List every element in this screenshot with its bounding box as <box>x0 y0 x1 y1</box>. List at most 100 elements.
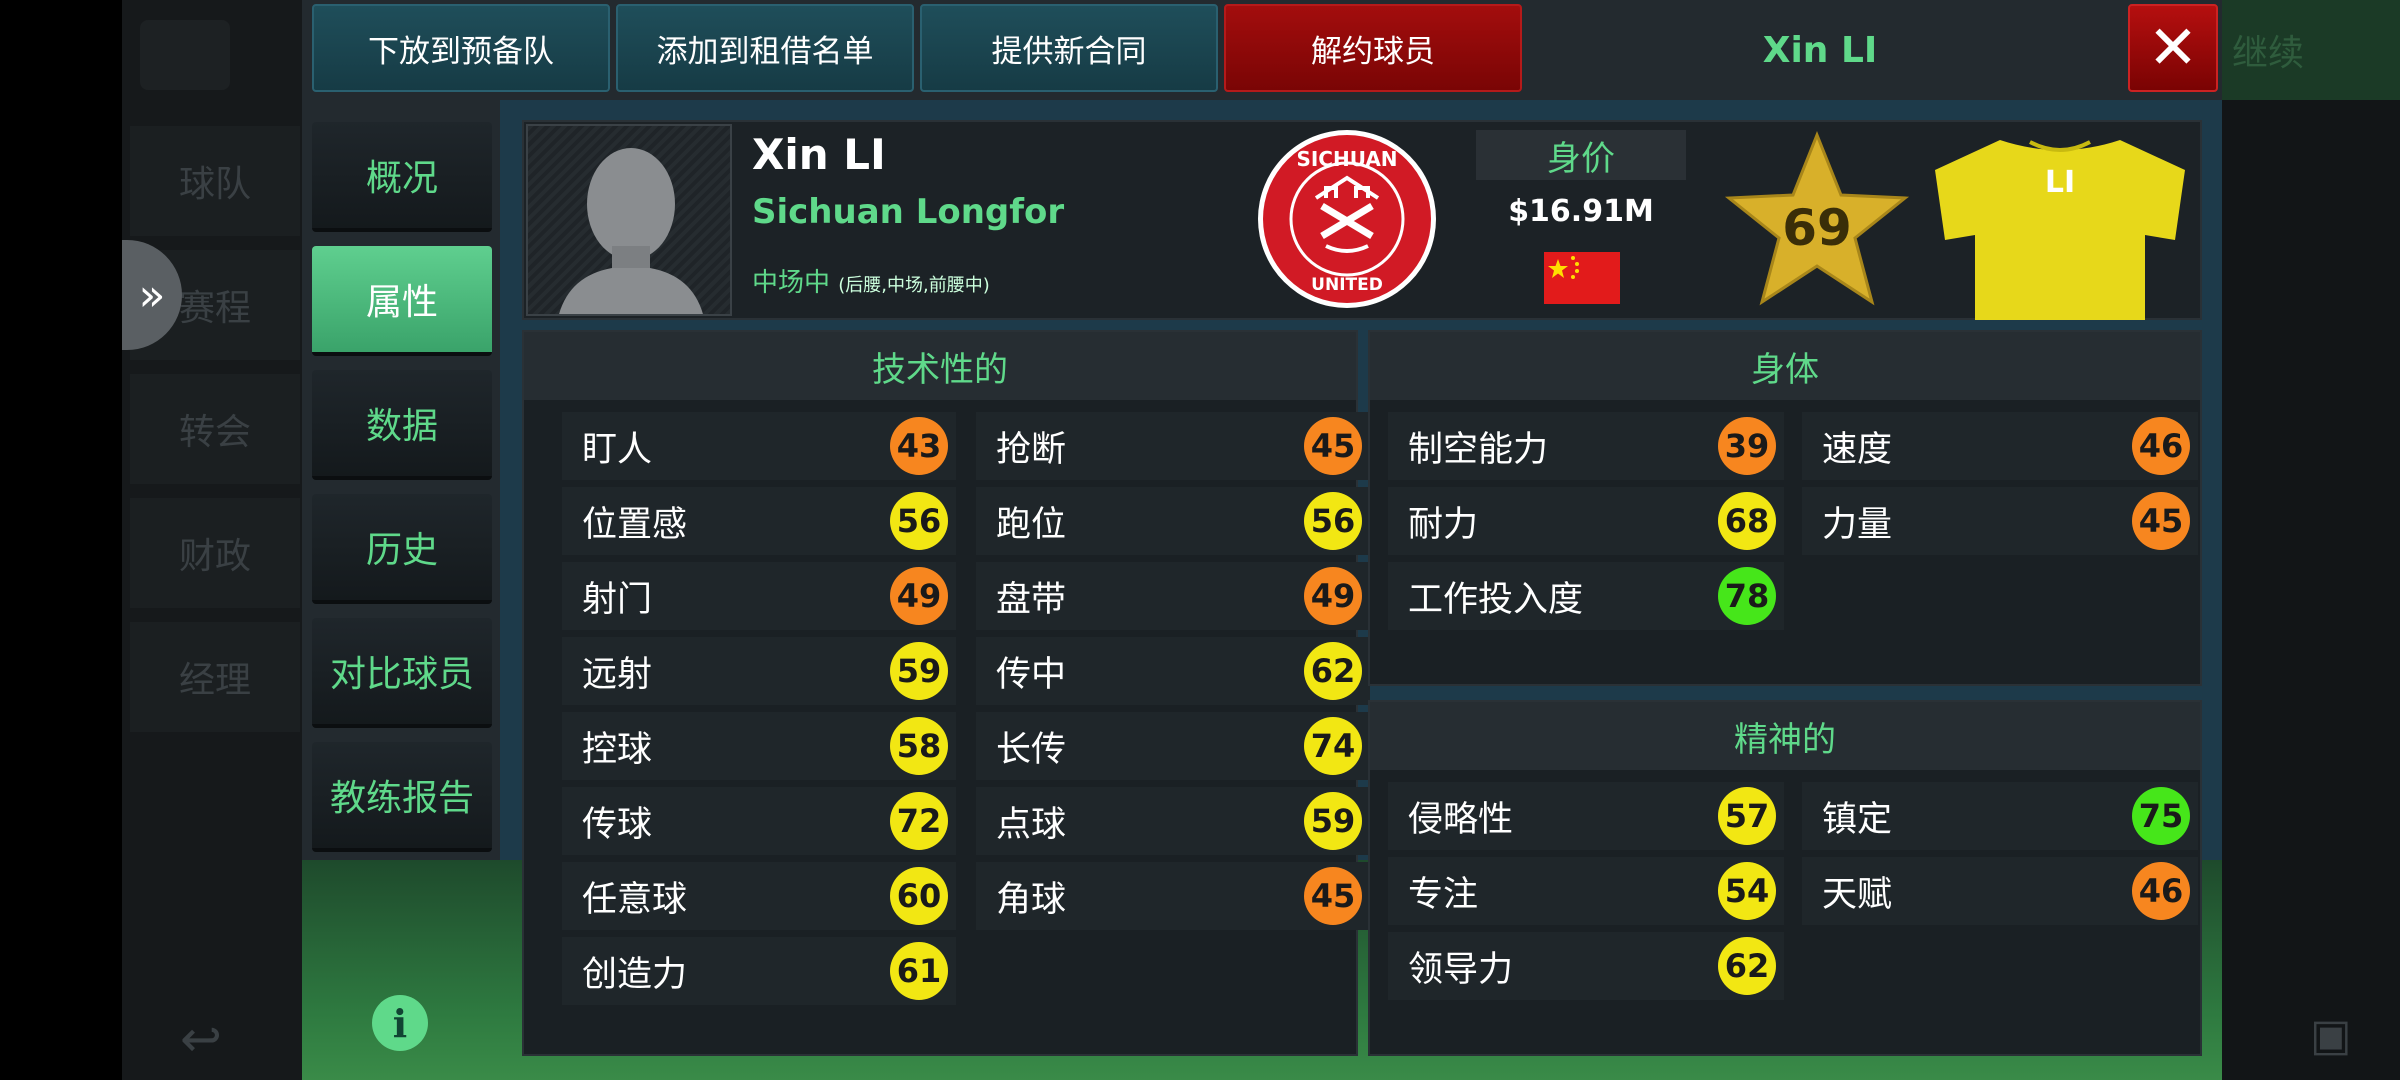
bg-continue-label: 继续 <box>2232 33 2305 74</box>
attribute-label: 专注 <box>1408 874 1479 915</box>
attribute-label: 点球 <box>996 804 1067 845</box>
attribute-label: 耐力 <box>1408 504 1479 545</box>
bg-nav-manager: 经理 <box>130 622 300 732</box>
mental-title: 精神的 <box>1370 702 2200 772</box>
attribute-value: 60 <box>890 867 948 925</box>
attribute-row: 射门 49 <box>562 562 956 630</box>
attribute-label: 跑位 <box>996 504 1067 545</box>
attribute-value: 78 <box>1718 567 1776 625</box>
attribute-row: 抢断 45 <box>976 412 1370 480</box>
attribute-value: 45 <box>2132 492 2190 550</box>
club-badge-logo[interactable]: SICHUAN UNITED <box>1256 128 1438 310</box>
physical-title: 身体 <box>1370 332 2200 402</box>
badge-bottom-text: UNITED <box>1311 275 1383 295</box>
attribute-label: 传球 <box>582 804 653 845</box>
attribute-row: 工作投入度 78 <box>1388 562 1784 630</box>
attribute-value: 61 <box>890 942 948 1000</box>
attribute-row: 侵略性 57 <box>1388 782 1784 850</box>
attribute-row: 镇定 75 <box>1802 782 2198 850</box>
badge-top-text: SICHUAN <box>1296 147 1397 171</box>
attribute-value: 45 <box>1304 867 1362 925</box>
attribute-row: 力量 45 <box>1802 487 2198 555</box>
attribute-row: 传球 72 <box>562 787 956 855</box>
close-icon[interactable]: ✕ <box>2128 4 2218 92</box>
attribute-label: 控球 <box>582 729 653 770</box>
tab-coach-report[interactable]: 教练报告 <box>312 742 492 852</box>
add-to-loan-list-button[interactable]: 添加到租借名单 <box>616 4 914 92</box>
player-name: Xin LI <box>752 130 886 179</box>
attribute-label: 速度 <box>1822 429 1893 470</box>
attribute-label: 传中 <box>996 654 1067 695</box>
attribute-row: 专注 54 <box>1388 857 1784 925</box>
attribute-label: 领导力 <box>1408 949 1514 990</box>
attribute-label: 角球 <box>996 879 1067 920</box>
attribute-value: 62 <box>1718 937 1776 995</box>
attribute-row: 位置感 56 <box>562 487 956 555</box>
tab-attributes[interactable]: 属性 <box>312 246 492 356</box>
attribute-row: 天赋 46 <box>1802 857 2198 925</box>
attribute-label: 镇定 <box>1822 799 1893 840</box>
tab-compare-players[interactable]: 对比球员 <box>312 618 492 728</box>
attribute-label: 任意球 <box>582 879 688 920</box>
value-label: 身价 <box>1476 130 1686 180</box>
attribute-label: 创造力 <box>582 954 688 995</box>
bg-nav-transfers: 转会 <box>130 374 300 484</box>
attribute-label: 盯人 <box>582 429 653 470</box>
technical-panel: 技术性的 盯人 43 位置感 56 射门 49 远射 59 控球 58 传球 72 任意球 60 创造力 61… <box>522 330 1370 1056</box>
attribute-label: 抢断 <box>996 429 1067 470</box>
attribute-label: 制空能力 <box>1408 429 1549 470</box>
tab-stats[interactable]: 数据 <box>312 370 492 480</box>
attribute-value: 49 <box>890 567 948 625</box>
attribute-label: 力量 <box>1822 504 1893 545</box>
bg-nav-team: 球队 <box>130 126 300 236</box>
attribute-value: 74 <box>1304 717 1362 775</box>
attribute-value: 68 <box>1718 492 1776 550</box>
shirt-icon: LI <box>1935 140 2185 320</box>
value-amount: $16.91M <box>1476 186 1686 236</box>
attribute-value: 46 <box>2132 417 2190 475</box>
attribute-row: 点球 59 <box>976 787 1370 855</box>
attribute-value: 56 <box>890 492 948 550</box>
attribute-value: 49 <box>1304 567 1362 625</box>
attribute-value: 72 <box>890 792 948 850</box>
attribute-label: 工作投入度 <box>1408 579 1584 620</box>
china-flag-icon <box>1544 252 1620 304</box>
bg-continue-button: 继续 <box>2222 0 2400 100</box>
avatar-silhouette-icon <box>559 148 703 314</box>
attribute-row: 盯人 43 <box>562 412 956 480</box>
shirt-name: LI <box>2045 165 2075 200</box>
attribute-row: 创造力 61 <box>562 937 956 1005</box>
tab-history[interactable]: 历史 <box>312 494 492 604</box>
background-right <box>2222 0 2400 1080</box>
attribute-row: 远射 59 <box>562 637 956 705</box>
attribute-row: 任意球 60 <box>562 862 956 930</box>
attribute-row: 盘带 49 <box>976 562 1370 630</box>
attribute-row: 耐力 68 <box>1388 487 1784 555</box>
attribute-row: 速度 46 <box>1802 412 2198 480</box>
mental-panel: 精神的 侵略性 57 专注 54 领导力 62 镇定 75 天赋 46 <box>1368 700 2202 1056</box>
attribute-value: 58 <box>890 717 948 775</box>
offer-new-contract-button[interactable]: 提供新合同 <box>920 4 1218 92</box>
attribute-row: 制空能力 39 <box>1388 412 1784 480</box>
attribute-value: 62 <box>1304 642 1362 700</box>
info-icon[interactable]: i <box>372 995 428 1051</box>
menu-icon <box>140 20 230 90</box>
attribute-label: 远射 <box>582 654 653 695</box>
attribute-label: 位置感 <box>582 504 688 545</box>
attribute-label: 射门 <box>582 579 653 620</box>
attribute-label: 盘带 <box>996 579 1067 620</box>
attribute-value: 46 <box>2132 862 2190 920</box>
technical-title: 技术性的 <box>524 332 1356 402</box>
overall-rating-star: 69 <box>1724 130 1910 306</box>
attribute-value: 56 <box>1304 492 1362 550</box>
attribute-value: 39 <box>1718 417 1776 475</box>
attribute-value: 59 <box>890 642 948 700</box>
header-player-name: Xin LI <box>1762 29 1878 71</box>
position-main: 中场中 <box>752 268 831 298</box>
tab-overview[interactable]: 概况 <box>312 122 492 232</box>
player-position: 中场中 (后腰,中场,前腰中) <box>752 262 990 299</box>
attribute-value: 57 <box>1718 787 1776 845</box>
terminate-player-button[interactable]: 解约球员 <box>1224 4 1522 92</box>
player-club[interactable]: Sichuan Longfor <box>752 192 1064 232</box>
release-to-reserves-button[interactable]: 下放到预备队 <box>312 4 610 92</box>
